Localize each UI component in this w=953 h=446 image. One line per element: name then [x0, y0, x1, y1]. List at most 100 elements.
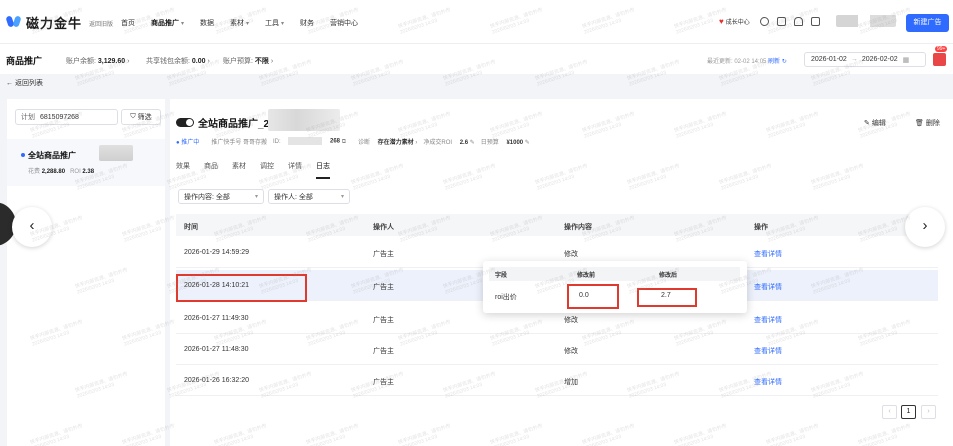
apps-grid-icon[interactable] — [810, 16, 820, 26]
kuaishou-account: 推广快手号 哥哥存搬 — [211, 140, 267, 146]
tab-effect[interactable]: 效果 — [176, 161, 190, 179]
column-header-operator: 操作人 — [373, 224, 394, 231]
row-content: 增加 — [564, 379, 578, 386]
row-operator: 广告主 — [373, 379, 394, 386]
brand-logo[interactable]: 磁力金牛 返回旧版 — [5, 13, 113, 32]
chevron-left-icon[interactable]: ‹ — [12, 207, 52, 247]
next-page-button[interactable]: › — [921, 405, 936, 419]
plan-list-item[interactable]: 全站商品推广 花费 2,288.80 ROI 2.38 — [7, 139, 165, 186]
popover-column-after: 修改后 — [659, 273, 678, 279]
popover-header: 字段 修改前 修改后 — [489, 267, 740, 281]
column-header-content: 操作内容 — [564, 224, 592, 231]
chevron-down-icon: ▾ — [254, 194, 258, 200]
column-header-time: 时间 — [184, 224, 198, 231]
new-ad-button[interactable]: 新建广告 — [906, 14, 949, 32]
account-budget[interactable]: 账户预算: 不限 › — [223, 56, 273, 66]
help-icon[interactable] — [759, 16, 769, 26]
annotation-box-before — [567, 284, 619, 309]
last-updated: 最近更新: 02-02 14:05 刷新 ↻ — [707, 59, 787, 65]
chevron-down-icon: ▾ — [246, 21, 250, 27]
logo-icon — [5, 15, 22, 29]
diagnosis[interactable]: 诊断 存在潜力素材 › — [358, 137, 417, 146]
view-details-link[interactable]: 查看详情 — [754, 377, 782, 387]
nav-item-data[interactable]: 数据 — [200, 18, 214, 28]
popover-column-before: 修改前 — [577, 273, 596, 279]
prev-page-button[interactable]: ‹ — [882, 405, 897, 419]
view-details-link[interactable]: 查看详情 — [754, 315, 782, 325]
edit-icon: ✎ — [864, 120, 870, 127]
filter-icon: ⛉ — [130, 113, 136, 120]
growth-center-link[interactable]: ♥ 成长中心 — [719, 17, 750, 26]
refresh-icon[interactable]: ↻ — [782, 59, 787, 65]
tab-log[interactable]: 日志 — [316, 161, 330, 179]
tab-details[interactable]: 详情 — [288, 161, 302, 179]
row-operator: 广告主 — [373, 317, 394, 324]
view-details-link[interactable]: 查看详情 — [754, 346, 782, 356]
row-operator: 广告主 — [373, 251, 394, 258]
view-details-link[interactable]: 查看详情 — [754, 249, 782, 259]
trash-icon: 🗑 — [915, 120, 924, 127]
gift-icon[interactable] — [933, 53, 946, 66]
annotation-box-time — [176, 274, 307, 302]
copy-icon[interactable]: ⧉ — [342, 139, 346, 145]
plan-list-panel: 计划 6815097268 ⛉ 筛选 全站商品推广 花费 2,288.80 ROI… — [7, 99, 165, 446]
page-1-button[interactable]: 1 — [901, 405, 916, 419]
edit-button[interactable]: ✎ 编辑 — [864, 118, 886, 128]
calendar-icon: ▦ — [902, 56, 910, 64]
back-to-old-version-link[interactable]: 返回旧版 — [89, 19, 113, 28]
brand-name: 磁力金牛 — [26, 16, 83, 31]
bell-icon[interactable] — [793, 16, 803, 26]
nav-item-home[interactable]: 首页 — [121, 18, 135, 28]
nav-item-tools[interactable]: 工具 ▾ — [265, 18, 284, 28]
nav-item-finance[interactable]: 财务 — [300, 18, 314, 28]
row-operator: 广告主 — [373, 284, 394, 291]
plan-name: 全站商品推广 — [28, 151, 76, 160]
shared-wallet-balance[interactable]: 共享钱包余额: 0.00 › — [146, 56, 210, 66]
page-title: 商品推广 — [6, 56, 43, 66]
plan-search-select[interactable]: 计划 6815097268 — [15, 109, 118, 125]
plan-title: 全站商品推广_2 — [198, 119, 270, 130]
annotation-box-after — [637, 288, 697, 307]
date-range-picker[interactable]: 2026-01-02 → 2026-02-02 ▦ — [804, 52, 926, 67]
tab-control[interactable]: 调控 — [260, 161, 274, 179]
table-row: 2026-01-27 11:48:30 广告主 修改 查看详情 — [176, 334, 938, 365]
top-navbar: 磁力金牛 返回旧版 首页 商品推广 ▾ 数据 素材 ▾ 工具 ▾ 财务 营销中心 ♥ 成… — [0, 0, 953, 44]
redacted-area — [268, 109, 340, 131]
nav-item-marketing-center[interactable]: 营销中心 — [330, 18, 358, 28]
message-icon[interactable] — [776, 16, 786, 26]
filter-button[interactable]: ⛉ 筛选 — [121, 109, 161, 125]
row-content: 修改 — [564, 251, 578, 258]
row-operator: 广告主 — [373, 348, 394, 355]
daily-budget[interactable]: 日预算 ¥1000 ✎ — [481, 137, 530, 146]
tab-products[interactable]: 商品 — [204, 161, 218, 179]
popover-column-field: 字段 — [495, 273, 508, 279]
plan-status-toggle[interactable] — [176, 118, 194, 127]
nav-item-material[interactable]: 素材 ▾ — [230, 18, 249, 28]
account-balance[interactable]: 账户余额: 3,129.60 › — [66, 56, 129, 66]
operator-filter[interactable]: 操作人: 全部 ▾ — [268, 189, 350, 204]
delete-button[interactable]: 🗑 删除 — [915, 118, 940, 128]
account-avatar[interactable] — [835, 15, 896, 27]
back-to-list-link[interactable]: ← 返回列表 — [6, 78, 43, 88]
refresh-link[interactable]: 刷新 — [768, 59, 780, 65]
log-table-header: 时间 操作人 操作内容 操作 — [176, 214, 938, 236]
status-badge: ● 推广中 — [176, 140, 200, 146]
row-time: 2026-01-29 14:59:29 — [184, 249, 249, 256]
account-summary-bar: 商品推广 账户余额: 3,129.60 › 共享钱包余额: 0.00 › 账户预… — [0, 44, 953, 74]
nav-item-product-promotion[interactable]: 商品推广 ▾ — [151, 18, 184, 28]
column-header-action: 操作 — [754, 224, 768, 231]
view-details-link[interactable]: 查看详情 — [754, 282, 782, 292]
status-dot — [21, 153, 25, 157]
redacted-area — [99, 145, 133, 161]
notification-badge: 99+ — [935, 46, 948, 52]
main-nav: 首页 商品推广 ▾ 数据 素材 ▾ 工具 ▾ 财务 营销中心 — [121, 18, 374, 28]
header-actions: ♥ 成长中心 — [719, 15, 896, 27]
operation-content-filter[interactable]: 操作内容: 全部 ▾ — [178, 189, 264, 204]
plan-metrics: 花费 2,288.80 ROI 2.38 — [28, 169, 95, 175]
tab-materials[interactable]: 素材 — [232, 161, 246, 179]
net-roi[interactable]: 净成交ROI 2.6 ✎ — [423, 137, 474, 146]
plan-tabs: 效果 商品 素材 调控 详情 日志 — [176, 161, 344, 179]
row-content: 修改 — [564, 348, 578, 355]
row-time: 2026-01-27 11:49:30 — [184, 315, 249, 322]
chevron-right-icon[interactable]: › — [905, 207, 945, 247]
